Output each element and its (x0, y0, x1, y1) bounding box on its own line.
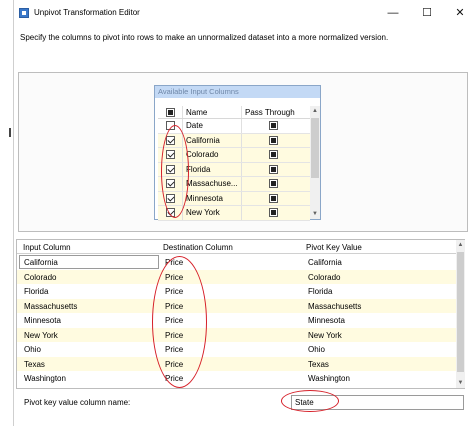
available-column-row[interactable]: Massachuse... (158, 177, 310, 192)
available-columns-scrollbar[interactable]: ▲ ▼ (310, 106, 320, 219)
input-column-cell[interactable]: New York (24, 331, 58, 340)
available-column-row[interactable]: Colorado (158, 148, 310, 163)
input-column-header: Input Column (23, 243, 71, 252)
maximize-button[interactable]: ☐ (412, 4, 442, 22)
destination-column-cell[interactable]: Price (165, 316, 183, 325)
title-bar: Unpivot Transformation Editor — ☐ ✕ (14, 0, 474, 26)
pass-through-checkbox[interactable] (269, 150, 278, 159)
input-column-cell[interactable]: Ohio (24, 345, 41, 354)
grid-row[interactable]: Minnesota Price Minnesota (17, 313, 456, 328)
window-title: Unpivot Transformation Editor (34, 8, 140, 17)
column-select-checkbox[interactable] (166, 179, 175, 188)
column-select-checkbox[interactable] (166, 164, 175, 174)
scroll-down-arrow-icon[interactable]: ▼ (310, 209, 320, 219)
unpivot-editor-window: Unpivot Transformation Editor — ☐ ✕ Spec… (13, 0, 474, 426)
grid-scrollbar[interactable]: ▲ ▼ (456, 240, 465, 388)
input-column-cell[interactable]: Washington (24, 374, 66, 383)
input-column-cell[interactable]: Florida (24, 287, 48, 296)
pass-through-checkbox[interactable] (269, 135, 278, 145)
column-select-checkbox[interactable] (166, 150, 175, 159)
pivot-key-input[interactable]: State (291, 395, 464, 410)
pass-through-checkbox[interactable] (269, 164, 278, 174)
available-column-row[interactable]: New York (158, 206, 310, 221)
name-column-header: Name (186, 108, 208, 117)
pass-through-checkbox[interactable] (269, 208, 278, 217)
pivot-key-label: Pivot key value column name: (24, 398, 131, 407)
available-columns-title: Available Input Columns (155, 86, 320, 98)
background-window-edge (0, 0, 13, 426)
available-column-row[interactable]: Minnesota (158, 191, 310, 206)
scroll-thumb[interactable] (311, 118, 319, 178)
grid-row[interactable]: Colorado Price Colorado (17, 269, 456, 284)
destination-column-cell[interactable]: Price (165, 331, 183, 340)
pass-through-checkbox[interactable] (269, 121, 278, 130)
pivot-key-value-cell[interactable]: Florida (308, 287, 332, 296)
available-column-row[interactable]: California (158, 133, 310, 148)
column-name: Date (186, 121, 203, 130)
destination-column-cell[interactable]: Price (165, 302, 183, 311)
available-columns-rows: Date California Colorado Florida Massachuse.… (158, 119, 310, 221)
destination-column-cell[interactable]: Price (165, 258, 183, 267)
pass-through-checkbox[interactable] (269, 179, 278, 188)
destination-column-cell[interactable]: Price (165, 360, 183, 369)
destination-column-cell[interactable]: Price (165, 287, 183, 296)
input-column-cell[interactable]: California (24, 258, 58, 267)
input-column-cell[interactable]: Minnesota (24, 316, 61, 325)
column-select-checkbox[interactable] (166, 121, 175, 130)
available-columns-header: Name Pass Through (158, 106, 310, 119)
available-columns-grid: Name Pass Through Date California Colorado… (158, 106, 310, 221)
column-name: Florida (186, 164, 211, 174)
pivot-key-value-header: Pivot Key Value (306, 243, 362, 252)
ssis-app-icon (19, 8, 29, 18)
pivot-key-value-cell[interactable]: California (308, 258, 342, 267)
destination-column-cell[interactable]: Price (165, 374, 183, 383)
description-text: Specify the columns to pivot into rows t… (20, 33, 389, 42)
pivot-key-value-cell[interactable]: Colorado (308, 273, 340, 282)
column-name: New York (186, 208, 220, 217)
pivot-key-value-cell[interactable]: Minnesota (308, 316, 345, 325)
available-column-row[interactable]: Florida (158, 162, 310, 177)
grid-header: Input Column Destination Column Pivot Ke… (17, 240, 456, 254)
close-button[interactable]: ✕ (445, 4, 474, 22)
pivot-key-value-cell[interactable]: Massachusetts (308, 302, 361, 311)
grid-scroll-thumb[interactable] (457, 252, 464, 372)
grid-scroll-up-arrow-icon[interactable]: ▲ (456, 240, 465, 250)
column-select-checkbox[interactable] (166, 193, 175, 203)
destination-column-cell[interactable]: Price (165, 345, 183, 354)
pivot-key-value-cell[interactable]: Washington (308, 374, 350, 383)
column-name: California (186, 135, 220, 145)
grid-row[interactable]: Florida Price Florida (17, 284, 456, 299)
available-column-row[interactable]: Date (158, 119, 310, 134)
column-name: Massachuse... (186, 179, 238, 188)
pivot-key-value-cell[interactable]: Texas (308, 360, 329, 369)
column-name: Colorado (186, 150, 219, 159)
grid-row[interactable]: California Price California (17, 255, 456, 270)
destination-column-header: Destination Column (163, 243, 233, 252)
grid-scroll-down-arrow-icon[interactable]: ▼ (456, 378, 465, 388)
grid-row[interactable]: Massachusetts Price Massachusetts (17, 298, 456, 313)
available-input-columns-list: Available Input Columns Name Pass Throug… (154, 85, 321, 221)
input-column-cell[interactable]: Texas (24, 360, 45, 369)
scroll-up-arrow-icon[interactable]: ▲ (310, 106, 320, 116)
input-column-cell[interactable]: Massachusetts (24, 302, 77, 311)
pass-through-column-header: Pass Through (245, 108, 295, 117)
pivot-key-value-cell[interactable]: New York (308, 331, 342, 340)
grid-row[interactable]: Texas Price Texas (17, 356, 456, 371)
grid-row[interactable]: Washington Price Washington (17, 371, 456, 386)
destination-column-cell[interactable]: Price (165, 273, 183, 282)
input-column-cell[interactable]: Colorado (24, 273, 56, 282)
column-select-checkbox[interactable] (166, 135, 175, 145)
pivot-key-value-cell[interactable]: Ohio (308, 345, 325, 354)
minimize-button[interactable]: — (378, 4, 408, 22)
column-name: Minnesota (186, 193, 223, 203)
select-all-checkbox[interactable] (166, 108, 175, 117)
grid-row[interactable]: Ohio Price Ohio (17, 342, 456, 357)
unpivot-mapping-grid: Input Column Destination Column Pivot Ke… (16, 239, 465, 389)
column-select-checkbox[interactable] (166, 208, 175, 217)
grid-row[interactable]: New York Price New York (17, 327, 456, 342)
pass-through-checkbox[interactable] (269, 193, 278, 203)
